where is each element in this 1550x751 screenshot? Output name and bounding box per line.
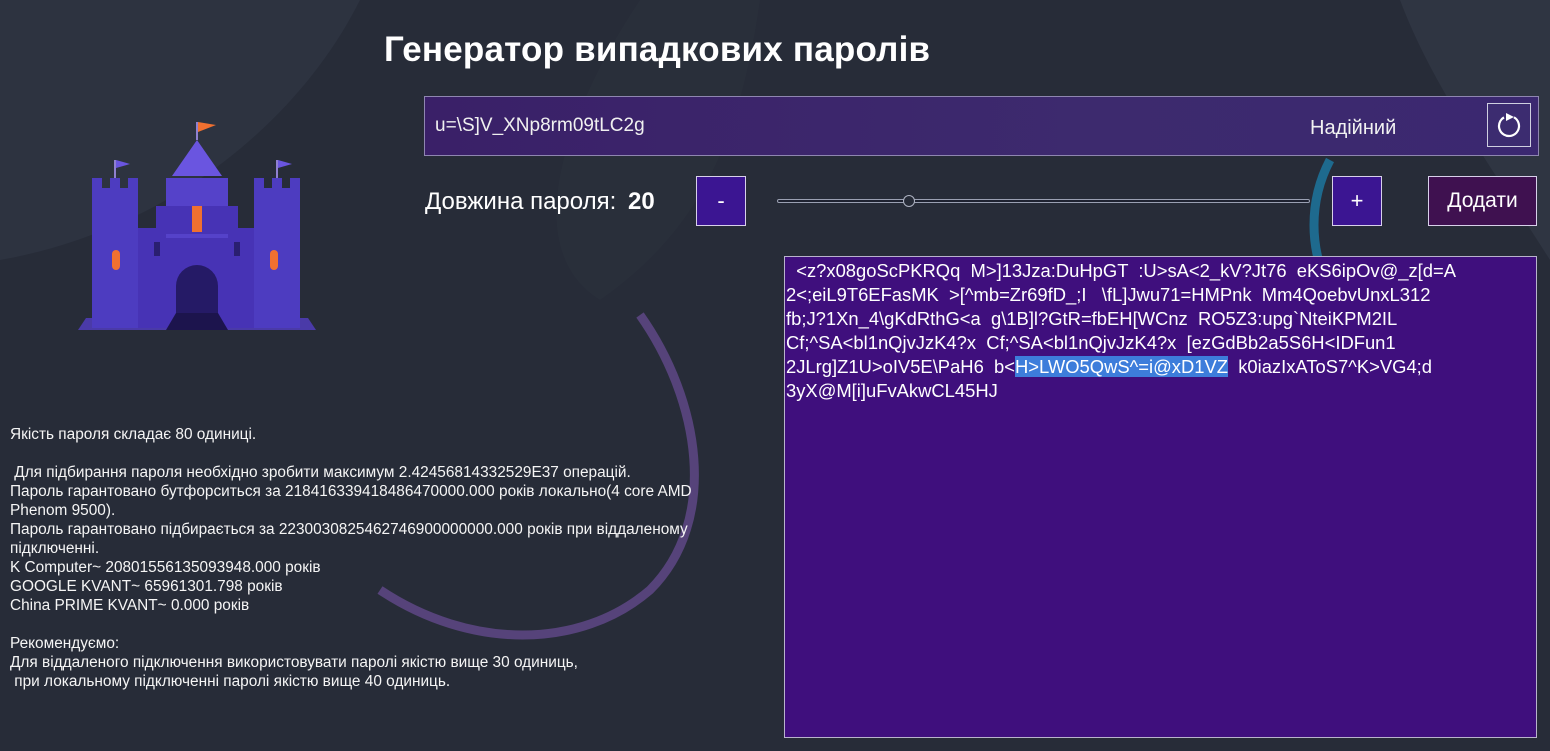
line-text: 2JLrg]Z1U>oIV5E\PaH6 b< (786, 356, 1015, 378)
quality-text: Якість пароля складає 80 одиниці. (10, 426, 257, 443)
password-info: Якість пароля складає 80 одиниці. Для пі… (10, 425, 730, 691)
list-line: fb;J?1Xn_4\gKdRthG<a g\1B]l?GtR=fbEH[WCn… (786, 308, 1398, 330)
recommend-local: при локальному підключенні паролі якістю… (10, 673, 451, 690)
selected-text: H>LWO5QwS^=i@xD1VZ (1015, 356, 1228, 378)
refresh-button[interactable] (1487, 103, 1531, 147)
recommend-remote: Для віддаленого підключення використовув… (10, 654, 578, 671)
decrease-length-button[interactable]: - (696, 176, 746, 226)
length-slider-thumb[interactable] (903, 195, 915, 207)
length-value: 20 (628, 188, 655, 215)
china-kvant-text: China PRIME KVANT~ 0.000 років (10, 597, 250, 614)
strength-label: Надійний (1310, 117, 1397, 139)
list-line: Cf;^SA<bl1nQjvJzK4?x Cf;^SA<bl1nQjvJzK4?… (786, 332, 1396, 354)
castle-logo (78, 122, 316, 330)
line-text: k0iazIxAToS7^K>VG4;d (1227, 356, 1433, 378)
increase-length-button[interactable]: + (1332, 176, 1382, 226)
length-slider[interactable] (777, 199, 1310, 203)
refresh-icon (1497, 113, 1521, 138)
list-line: <z?x08goScPKRQq M>]13Jza:DuHpGT :U>sA<2_… (786, 260, 1457, 281)
google-kvant-text: GOOGLE KVANT~ 65961301.798 років (10, 578, 283, 595)
remote-bruteforce-text: Пароль гарантовано підбирається за 22300… (10, 521, 693, 557)
k-computer-text: K Computer~ 20801556135093948.000 років (10, 559, 321, 576)
list-line: 3yX@M[i]uFvAkwCL45HJ (786, 380, 998, 402)
list-line: 2<;eiL9T6EFasMK >[^mb=Zr69fD_;I \fL]Jwu7… (786, 284, 1431, 306)
password-list[interactable]: <z?x08goScPKRQq M>]13Jza:DuHpGT :U>sA<2_… (784, 256, 1537, 738)
list-line: 2JLrg]Z1U>oIV5E\PaH6 b<H>LWO5QwS^=i@xD1V… (785, 355, 1536, 379)
recommend-title: Рекомендуємо: (10, 635, 120, 652)
generated-password[interactable]: u=\S]V_XNp8rm09tLC2g (435, 115, 645, 137)
length-label: Довжина пароля: (425, 188, 617, 215)
page-title: Генератор випадкових паролів (384, 30, 931, 69)
password-display: u=\S]V_XNp8rm09tLC2g Надійний (424, 96, 1539, 156)
add-button[interactable]: Додати (1428, 176, 1537, 226)
operations-text: Для підбирання пароля необхідно зробити … (10, 464, 631, 481)
local-bruteforce-text: Пароль гарантовано бутфорситься за 21841… (10, 483, 696, 519)
